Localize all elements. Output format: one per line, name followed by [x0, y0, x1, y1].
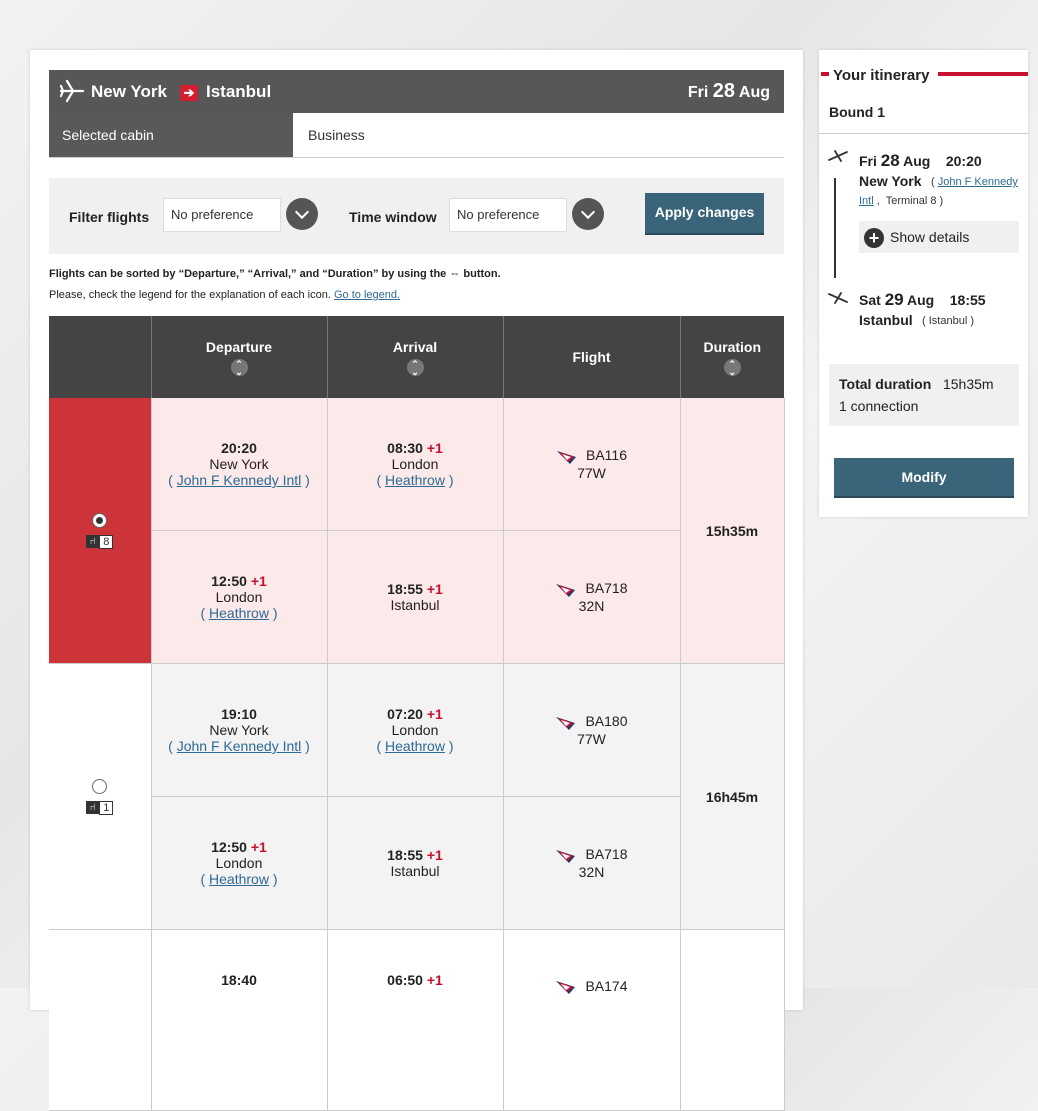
show-details-button[interactable]: + Show details — [859, 221, 1019, 253]
flight-cell: BA116 77W — [503, 398, 681, 531]
cabin-value: Business — [308, 127, 365, 143]
chevron-down-icon[interactable] — [572, 198, 604, 230]
table-row[interactable]: ⑁ 1 19:10 New York ( John F Kennedy Intl … — [49, 663, 785, 930]
duration-cell: 15h35m — [680, 398, 785, 664]
time-window-label: Time window — [349, 209, 437, 225]
apply-changes-button[interactable]: Apply changes — [645, 193, 764, 233]
sort-icon[interactable]: ⌃ ⌄ — [406, 358, 424, 376]
sort-icon[interactable]: ⌃ ⌄ — [723, 358, 741, 376]
table-row[interactable]: 12:50 +1 London ( Heathrow ) 18:55 +1 Is… — [49, 530, 784, 664]
radio-selected[interactable] — [92, 512, 108, 528]
airline-logo-icon — [556, 583, 576, 597]
arrival-cell: 08:30 +1 London ( Heathrow ) — [327, 398, 504, 531]
takeoff-icon — [828, 150, 848, 162]
option-select-cell[interactable] — [49, 929, 152, 1111]
airport-link[interactable]: Heathrow — [209, 871, 269, 887]
flight-header: Flight — [503, 316, 681, 398]
departure-cell: 12:50 +1 London ( Heathrow ) — [151, 796, 328, 930]
duration-cell — [680, 929, 785, 1111]
airline-logo-icon — [556, 981, 576, 995]
seat-icon: ⑁ — [86, 800, 100, 814]
cabin-label: Selected cabin — [49, 113, 293, 157]
arrival-cell: 18:55 +1 Istanbul — [327, 530, 504, 664]
flight-cell: BA180 77W — [503, 663, 681, 797]
airline-logo-icon — [557, 450, 576, 464]
flight-cell: BA174 — [503, 929, 681, 1111]
table-row[interactable]: 18:40 06:50 +1 BA174 — [49, 929, 785, 1111]
airline-logo-icon — [556, 849, 576, 863]
seat-count: ⑁ 1 — [86, 800, 114, 815]
airport-link[interactable]: Heathrow — [209, 605, 269, 621]
airline-logo-icon — [556, 716, 576, 730]
seat-icon: ⑁ — [86, 534, 100, 548]
filter-bar: Filter flights No preference Time window… — [49, 178, 784, 254]
departure-date: Fri 28 Aug 20:20 — [859, 151, 982, 170]
route-header: New York ➔ Istanbul Fri 28 Aug — [49, 70, 784, 113]
flight-cell: BA718 32N — [503, 796, 681, 930]
seat-count: ⑁ 8 — [86, 534, 114, 549]
flight-cell: BA718 32N — [503, 530, 681, 664]
select-column-header — [49, 316, 152, 398]
table-row[interactable]: ⑁ 8 20:20 New York ( John F Kennedy Intl … — [49, 398, 785, 664]
filter-flights-label: Filter flights — [69, 209, 150, 225]
timeline — [834, 178, 836, 278]
departure-cell: 19:10 New York ( John F Kennedy Intl ) — [151, 663, 328, 797]
airplane-icon — [59, 79, 85, 103]
table-row[interactable]: 12:50 +1 London ( Heathrow ) 18:55 +1 Is… — [49, 796, 784, 930]
destination-city: Istanbul — [206, 82, 272, 101]
flight-results-panel: New York ➔ Istanbul Fri 28 Aug Selected … — [30, 50, 803, 1111]
route-arrow-icon: ➔ — [180, 85, 198, 101]
arrival-city: Istanbul — [859, 312, 913, 328]
option-select-cell[interactable]: ⑁ 8 — [49, 398, 152, 664]
origin-city: New York — [91, 82, 167, 101]
departure-airport: ( John F Kennedy — [931, 176, 1018, 188]
chevron-down-icon[interactable] — [286, 198, 318, 230]
departure-airport-cont: Intl , Terminal 8 ) — [859, 195, 944, 207]
filter-flights-select[interactable]: No preference — [163, 198, 281, 232]
airport-link[interactable]: John F Kennedy Intl — [177, 738, 302, 754]
legend-note: Please, check the legend for the explana… — [49, 289, 401, 301]
time-window-select[interactable]: No preference — [449, 198, 567, 232]
landing-icon — [828, 292, 848, 304]
arrival-airport: ( Istanbul ) — [922, 315, 974, 327]
sort-note: Flights can be sorted by “Departure,” “A… — [49, 268, 501, 280]
go-to-legend-link[interactable]: Go to legend. — [334, 289, 400, 301]
title-accent-left — [821, 72, 829, 76]
arrival-header[interactable]: Arrival ⌃ ⌄ — [327, 316, 504, 398]
departure-cell: 12:50 +1 London ( Heathrow ) — [151, 530, 328, 664]
itinerary-title: Your itinerary — [833, 67, 930, 84]
arrival-cell: 07:20 +1 London ( Heathrow ) — [327, 663, 504, 797]
flights-table: Departure ⌃ ⌄ Arrival ⌃ ⌄ Flight Duration ⌃ ⌄ … — [49, 316, 785, 1111]
option-select-cell[interactable]: ⑁ 1 — [49, 663, 152, 930]
airport-link[interactable]: Heathrow — [385, 472, 445, 488]
total-duration-box: Total duration 15h35m 1 connection — [829, 364, 1019, 426]
duration-header[interactable]: Duration ⌃ ⌄ — [680, 316, 784, 398]
itinerary-panel: Your itinerary Bound 1 Fri 28 Aug 20:20 … — [819, 50, 1028, 517]
travel-date: Fri 28 Aug — [687, 80, 770, 102]
radio-unselected[interactable] — [92, 778, 108, 794]
modify-button[interactable]: Modify — [834, 458, 1014, 496]
departure-city: New York — [859, 173, 922, 189]
departure-cell: 18:40 — [151, 929, 328, 1111]
airport-link[interactable]: Heathrow — [385, 738, 445, 754]
arrival-cell: 06:50 +1 — [327, 929, 504, 1111]
plus-icon[interactable]: + — [864, 228, 884, 249]
airport-link[interactable]: John F Kennedy Intl — [177, 472, 302, 488]
sort-icon[interactable]: ⌃ ⌄ — [230, 358, 248, 376]
arrival-date: Sat 29 Aug 18:55 — [859, 290, 986, 309]
bound-label: Bound 1 — [829, 104, 885, 120]
arrival-cell: 18:55 +1 Istanbul — [327, 796, 504, 930]
divider — [819, 133, 1028, 134]
duration-cell: 16h45m — [680, 663, 785, 930]
connections-count: 1 connection — [839, 398, 919, 414]
title-accent-right — [938, 72, 1028, 76]
departure-header[interactable]: Departure ⌃ ⌄ — [151, 316, 328, 398]
cabin-row: Selected cabin Business — [49, 113, 784, 158]
departure-cell: 20:20 New York ( John F Kennedy Intl ) — [151, 398, 328, 531]
